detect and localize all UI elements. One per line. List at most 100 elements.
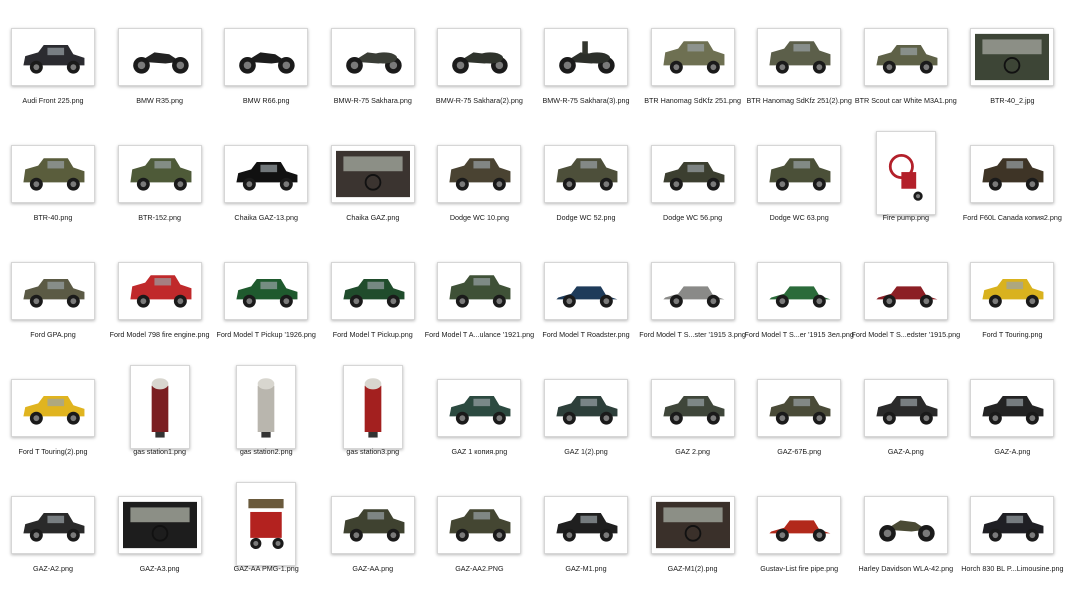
file-thumbnail[interactable] [863, 379, 948, 437]
file-thumbnail[interactable] [757, 145, 842, 203]
file-thumbnail[interactable] [437, 262, 522, 320]
file-item[interactable]: Ford Model T Pickup '1926.png [213, 248, 319, 364]
file-item[interactable]: GAZ-AA.png [320, 482, 426, 598]
file-thumbnail[interactable] [970, 262, 1055, 320]
file-thumbnail[interactable] [757, 28, 842, 86]
file-item[interactable]: GAZ-M1.png [533, 482, 639, 598]
file-item[interactable]: Ford Model T S...ster '1915 3.png [639, 248, 746, 364]
file-item[interactable]: Horch 830 BL P...Limousine.png [959, 482, 1065, 598]
file-item[interactable]: GAZ 2.png [640, 365, 746, 481]
file-thumbnail[interactable] [650, 28, 735, 86]
file-thumbnail[interactable] [117, 496, 202, 554]
file-thumbnail[interactable] [544, 262, 628, 320]
file-item[interactable]: GAZ-A.png [853, 365, 959, 481]
file-item[interactable]: BTR Scout car White M3A1.png [853, 14, 959, 130]
file-thumbnail[interactable] [437, 379, 522, 437]
file-item[interactable]: Chaika GAZ-13.png [213, 131, 319, 247]
file-item[interactable]: Ford T Touring.png [959, 248, 1065, 364]
file-thumbnail[interactable] [330, 496, 415, 554]
file-item[interactable]: BTR Hanomag SdKfz 251(2).png [746, 14, 852, 130]
file-item[interactable]: BMW-R-75 Sakhara(3).png [533, 14, 639, 130]
file-thumbnail[interactable] [863, 262, 948, 320]
file-thumbnail[interactable] [863, 28, 948, 86]
file-item[interactable]: GAZ 1(2).png [533, 365, 639, 481]
file-thumbnail[interactable] [11, 28, 95, 86]
file-thumbnail[interactable] [117, 145, 202, 203]
file-item[interactable]: BMW-R-75 Sakhara.png [320, 14, 426, 130]
file-thumbnail[interactable] [224, 28, 309, 86]
file-thumbnail[interactable] [11, 379, 95, 437]
file-thumbnail[interactable] [224, 262, 309, 320]
file-thumbnail[interactable] [970, 496, 1055, 554]
file-thumbnail[interactable] [236, 482, 297, 566]
file-item[interactable]: Dodge WC 52.png [533, 131, 639, 247]
file-thumbnail[interactable] [970, 28, 1055, 86]
file-item[interactable]: gas station3.png [320, 365, 426, 481]
file-item[interactable]: GAZ-67Б.png [746, 365, 852, 481]
file-item[interactable]: GAZ-AA2.PNG [426, 482, 532, 598]
file-item[interactable]: Ford Model T Roadster.png [533, 248, 639, 364]
file-thumbnail[interactable] [117, 28, 202, 86]
file-item[interactable]: BTR Hanomag SdKfz 251.png [640, 14, 746, 130]
file-item[interactable]: BTR-40.png [0, 131, 106, 247]
file-thumbnail[interactable] [544, 379, 628, 437]
file-thumbnail[interactable] [650, 379, 735, 437]
file-item[interactable]: Gustav-List fire pipe.png [746, 482, 852, 598]
file-thumbnail[interactable] [117, 262, 202, 320]
file-item[interactable]: BMW-R-75 Sakhara(2).png [426, 14, 532, 130]
file-thumbnail[interactable] [11, 262, 95, 320]
file-thumbnail[interactable] [330, 28, 415, 86]
file-thumbnail[interactable] [650, 262, 735, 320]
file-thumbnail[interactable] [11, 496, 95, 554]
file-item[interactable]: GAZ-A3.png [107, 482, 213, 598]
file-item[interactable]: Audi Front 225.png [0, 14, 106, 130]
file-thumbnail[interactable] [437, 28, 522, 86]
file-item[interactable]: Ford Model T Pickup.png [320, 248, 426, 364]
file-thumbnail[interactable] [224, 145, 309, 203]
file-thumbnail[interactable] [330, 262, 415, 320]
file-item[interactable]: GAZ-A.png [959, 365, 1065, 481]
file-item[interactable]: Ford GPA.png [0, 248, 106, 364]
file-thumbnail[interactable] [863, 496, 948, 554]
file-thumbnail[interactable] [544, 496, 628, 554]
file-thumbnail[interactable] [437, 496, 522, 554]
file-item[interactable]: gas station2.png [213, 365, 319, 481]
file-thumbnail[interactable] [757, 379, 842, 437]
file-thumbnail[interactable] [11, 145, 95, 203]
file-thumbnail[interactable] [875, 131, 936, 215]
file-item[interactable]: Fire pump.png [853, 131, 959, 247]
file-item[interactable]: Ford Model T S...er '1915 Зел.png [745, 248, 854, 364]
file-item[interactable]: gas station1.png [107, 365, 213, 481]
file-item[interactable]: Ford F60L Canada копия2.png [959, 131, 1065, 247]
file-item[interactable]: GAZ-M1(2).png [640, 482, 746, 598]
file-thumbnail[interactable] [650, 145, 735, 203]
file-item[interactable]: Ford Model T S...edster '1915.png [852, 248, 960, 364]
file-item[interactable]: Dodge WC 56.png [640, 131, 746, 247]
file-thumbnail[interactable] [970, 379, 1055, 437]
file-thumbnail[interactable] [757, 262, 842, 320]
file-thumbnail[interactable] [342, 365, 403, 449]
file-item[interactable]: GAZ 1 копия.png [426, 365, 532, 481]
file-item[interactable]: Harley Davidson WLA-42.png [853, 482, 959, 598]
file-item[interactable]: BMW R66.png [213, 14, 319, 130]
file-thumbnail[interactable] [437, 145, 522, 203]
file-item[interactable]: BTR-40_2.jpg [959, 14, 1065, 130]
file-item[interactable]: GAZ-AA PMG-1.png [213, 482, 319, 598]
file-item[interactable]: Ford T Touring(2).png [0, 365, 106, 481]
file-thumbnail[interactable] [757, 496, 842, 554]
file-item[interactable]: Chaika GAZ.png [320, 131, 426, 247]
file-thumbnail[interactable] [970, 145, 1055, 203]
file-item[interactable]: GAZ-A2.png [0, 482, 106, 598]
file-thumbnail[interactable] [236, 365, 297, 449]
file-thumbnail[interactable] [129, 365, 190, 449]
file-thumbnail[interactable] [544, 145, 628, 203]
file-thumbnail[interactable] [544, 28, 628, 86]
file-item[interactable]: Dodge WC 63.png [746, 131, 852, 247]
file-thumbnail[interactable] [330, 145, 415, 203]
file-item[interactable]: BMW R35.png [107, 14, 213, 130]
file-item[interactable]: Dodge WC 10.png [426, 131, 532, 247]
file-item[interactable]: Ford Model 798 fire engine.png [107, 248, 213, 364]
file-thumbnail[interactable] [650, 496, 735, 554]
file-item[interactable]: BTR-152.png [107, 131, 213, 247]
file-item[interactable]: Ford Model T A...ulance '1921.png [425, 248, 534, 364]
